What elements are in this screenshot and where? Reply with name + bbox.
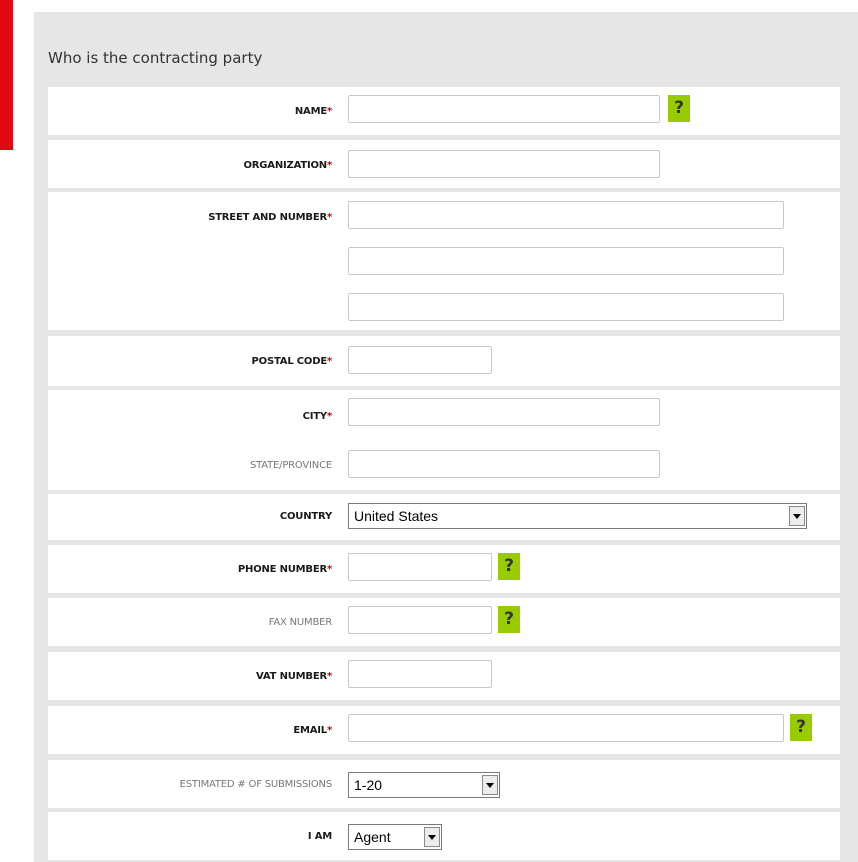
form-row-name: NAME* ? (48, 87, 840, 135)
name-help-icon[interactable]: ? (668, 95, 690, 122)
form-row-iam: I AM Agent (48, 812, 840, 860)
street-input-2[interactable] (348, 247, 784, 275)
email-label: EMAIL* (293, 725, 332, 736)
name-input[interactable] (348, 95, 660, 123)
form-heading: Who is the contracting party (48, 49, 263, 67)
fax-input[interactable] (348, 606, 492, 634)
submissions-select-value: 1-20 (354, 777, 383, 793)
form-row-vat: VAT NUMBER* (48, 652, 840, 700)
form-row-organization: ORGANIZATION* (48, 140, 840, 188)
email-help-icon[interactable]: ? (790, 714, 812, 741)
chevron-down-icon (424, 827, 440, 847)
form-row-country: COUNTRY United States (48, 494, 840, 540)
country-label: COUNTRY (279, 511, 332, 522)
form-row-email: EMAIL* ? (48, 706, 840, 754)
name-label: NAME* (294, 106, 332, 117)
phone-help-icon[interactable]: ? (498, 553, 520, 580)
chevron-down-icon (789, 506, 805, 526)
fax-help-icon[interactable]: ? (498, 606, 520, 633)
country-select[interactable]: United States (348, 503, 807, 529)
organization-label: ORGANIZATION* (243, 160, 333, 171)
iam-label: I AM (307, 831, 332, 842)
fax-label: FAX NUMBER (268, 617, 332, 628)
form-row-fax: FAX NUMBER ? (48, 598, 840, 646)
street-label: STREET AND NUMBER* (208, 212, 332, 223)
form-row-submissions: ESTIMATED # OF SUBMISSIONS 1-20 (48, 760, 840, 808)
phone-label: PHONE NUMBER* (237, 564, 332, 575)
postal-label: POSTAL CODE* (251, 356, 333, 367)
form-row-street: STREET AND NUMBER* (48, 192, 840, 330)
email-input[interactable] (348, 714, 784, 742)
postal-input[interactable] (348, 346, 492, 374)
organization-input[interactable] (348, 150, 660, 178)
form-row-phone: PHONE NUMBER* ? (48, 545, 840, 593)
vat-input[interactable] (348, 660, 492, 688)
country-select-value: United States (354, 508, 439, 524)
phone-input[interactable] (348, 553, 492, 581)
submissions-select[interactable]: 1-20 (348, 772, 500, 798)
city-label: CITY* (302, 411, 333, 422)
chevron-down-icon (482, 775, 498, 795)
form-row-postal: POSTAL CODE* (48, 336, 840, 386)
street-input-1[interactable] (348, 201, 784, 229)
city-input[interactable] (348, 398, 660, 426)
iam-select[interactable]: Agent (348, 824, 442, 850)
brand-accent-bar (0, 0, 13, 150)
street-input-3[interactable] (348, 293, 784, 321)
vat-label: VAT NUMBER* (256, 671, 332, 682)
form-row-city: CITY* (48, 390, 840, 442)
iam-select-value: Agent (354, 829, 391, 845)
submissions-label: ESTIMATED # OF SUBMISSIONS (179, 779, 333, 790)
state-input[interactable] (348, 450, 660, 478)
form-row-state: STATE/PROVINCE (48, 442, 840, 490)
state-label: STATE/PROVINCE (250, 460, 332, 471)
